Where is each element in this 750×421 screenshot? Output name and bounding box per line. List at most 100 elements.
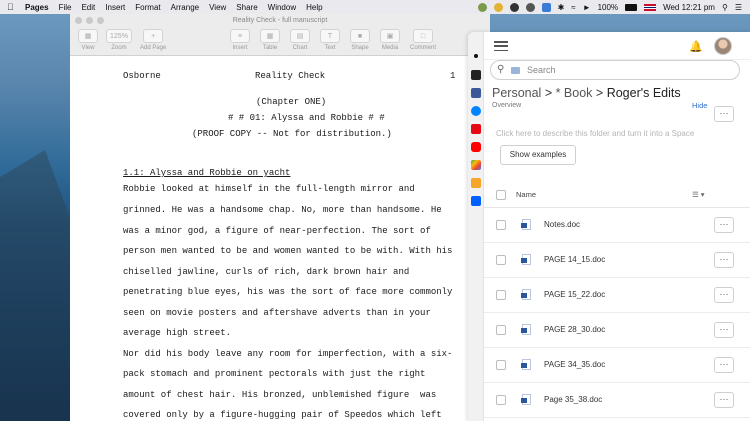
row-checkbox[interactable] — [496, 220, 506, 230]
app-menu[interactable]: Pages — [25, 3, 49, 12]
zoom-select[interactable]: 125% — [106, 29, 132, 43]
file-name[interactable]: Notes.doc — [544, 220, 580, 229]
chart-icon: ▤ — [290, 29, 310, 43]
toolbar-add-page[interactable]: + Add Page — [140, 29, 166, 51]
play-store-icon[interactable] — [471, 160, 481, 170]
chapter-heading: (Chapter ONE) — [256, 97, 327, 107]
netflix-icon[interactable] — [471, 124, 481, 134]
toolbar-shape[interactable]: ■ Shape — [350, 29, 370, 51]
row-more-button[interactable]: ··· — [714, 252, 734, 268]
battery-percent[interactable]: 100% — [598, 3, 618, 12]
row-more-button[interactable]: ··· — [714, 287, 734, 303]
bluetooth-icon[interactable]: ✱ — [558, 3, 565, 12]
table-row[interactable]: PAGE 14_15.doc ··· — [484, 243, 750, 278]
table-icon: ▦ — [260, 29, 280, 43]
table-row[interactable]: PAGE 34_35.doc ··· — [484, 348, 750, 383]
toolbar-media[interactable]: ▣ Media — [380, 29, 400, 51]
battery-icon[interactable] — [625, 3, 638, 11]
toolbar-zoom-label: Zoom — [111, 45, 127, 51]
proof-notice: (PROOF COPY -- Not for distribution.) — [192, 129, 392, 139]
row-checkbox[interactable] — [496, 325, 506, 335]
toolbar-insert[interactable]: ≡ Insert — [230, 29, 250, 51]
apple-menu-icon[interactable]:  — [7, 2, 17, 12]
search-placeholder: Search — [527, 65, 556, 75]
rail-app-icon[interactable] — [471, 178, 481, 188]
menu-arrange[interactable]: Arrange — [171, 3, 199, 12]
toolbar-view[interactable]: ▦ View — [78, 29, 98, 51]
table-row[interactable]: PAGE 15_22.doc ··· — [484, 278, 750, 313]
wifi-icon[interactable]: ≈ — [571, 3, 575, 12]
row-more-button[interactable]: ··· — [714, 392, 734, 408]
file-name[interactable]: PAGE 28_30.doc — [544, 325, 605, 334]
spotlight-icon[interactable]: ⚲ — [722, 3, 728, 12]
youtube-icon[interactable] — [471, 142, 481, 152]
document-page[interactable]: Osborne Reality Check 1 (Chapter ONE) # … — [70, 56, 490, 421]
table-row[interactable]: Notes.doc ··· — [484, 208, 750, 243]
scene-heading: 1.1: Alyssa and Robbie on yacht — [123, 168, 291, 178]
file-name[interactable]: Page 35_38.doc — [544, 395, 602, 404]
media-icon: ▣ — [380, 29, 400, 43]
header-page-number: 1 — [450, 71, 456, 81]
toolbar-table[interactable]: ▦ Table — [260, 29, 280, 51]
row-more-button[interactable]: ··· — [714, 357, 734, 373]
row-more-button[interactable]: ··· — [714, 322, 734, 338]
control-center-icon[interactable]: ☰ — [735, 3, 742, 12]
menu-edit[interactable]: Edit — [81, 3, 95, 12]
status-app-icon[interactable] — [509, 2, 519, 12]
dropbox-icon[interactable] — [471, 196, 481, 206]
menu-format[interactable]: Format — [135, 3, 160, 12]
breadcrumb-separator: > — [541, 86, 556, 100]
menu-help[interactable]: Help — [306, 3, 322, 12]
folder-description-input[interactable]: Click here to describe this folder and t… — [496, 129, 694, 138]
avatar[interactable] — [714, 37, 732, 55]
menu-insert[interactable]: Insert — [105, 3, 125, 12]
folder-icon — [511, 67, 520, 74]
row-checkbox[interactable] — [496, 290, 506, 300]
row-checkbox[interactable] — [496, 360, 506, 370]
file-name[interactable]: PAGE 14_15.doc — [544, 255, 605, 264]
hamburger-menu-icon[interactable] — [494, 41, 508, 51]
row-checkbox[interactable] — [496, 255, 506, 265]
row-checkbox[interactable] — [496, 395, 506, 405]
toolbar-add-page-label: Add Page — [140, 45, 167, 51]
view-options-button[interactable]: ☰ ▾ — [692, 190, 705, 199]
clock[interactable]: Wed 12:21 pm — [663, 3, 715, 12]
status-app-icon[interactable] — [477, 2, 487, 12]
menu-view[interactable]: View — [209, 3, 226, 12]
column-name-header[interactable]: Name — [516, 190, 536, 199]
facebook-icon[interactable] — [471, 88, 481, 98]
status-app-icon[interactable] — [525, 2, 535, 12]
file-name[interactable]: PAGE 34_35.doc — [544, 360, 605, 369]
hide-link[interactable]: Hide — [692, 101, 707, 110]
breadcrumb-personal[interactable]: Personal — [492, 86, 541, 100]
toolbar-text[interactable]: T Text — [320, 29, 340, 51]
row-more-button[interactable]: ··· — [714, 217, 734, 233]
search-icon: ⚲ — [497, 64, 505, 75]
table-row[interactable]: PAGE 28_30.doc ··· — [484, 313, 750, 348]
volume-icon[interactable]: ► — [583, 3, 591, 12]
word-doc-icon — [521, 324, 531, 335]
status-app-icon[interactable] — [493, 2, 503, 12]
breadcrumb-book[interactable]: * Book — [556, 86, 593, 100]
show-examples-button[interactable]: Show examples — [500, 145, 576, 165]
search-input[interactable]: ⚲ Search — [490, 60, 740, 80]
menu-window[interactable]: Window — [268, 3, 296, 12]
rail-app-icon[interactable] — [471, 70, 481, 80]
toolbar-chart[interactable]: ▤ Chart — [290, 29, 310, 51]
menu-file[interactable]: File — [59, 3, 72, 12]
toolbar-comment[interactable]: □ Comment — [410, 29, 436, 51]
file-name[interactable]: PAGE 15_22.doc — [544, 290, 605, 299]
table-row[interactable]: Page 35_38.doc ··· — [484, 383, 750, 418]
body-line: amount of chest hair. His bronzed, unble… — [123, 390, 437, 400]
word-doc-icon — [521, 254, 531, 265]
bell-icon[interactable]: 🔔 — [689, 40, 703, 53]
word-doc-icon — [521, 289, 531, 300]
select-all-checkbox[interactable] — [496, 190, 506, 200]
messenger-icon[interactable] — [471, 106, 481, 116]
menu-share[interactable]: Share — [236, 3, 257, 12]
dropbox-status-icon[interactable] — [541, 2, 551, 12]
folder-more-button[interactable]: ··· — [714, 106, 734, 122]
input-source-flag-icon[interactable] — [644, 3, 657, 11]
toolbar-zoom[interactable]: 125% Zoom — [106, 29, 132, 51]
document-title: Reality Check - full manuscript — [232, 17, 328, 24]
